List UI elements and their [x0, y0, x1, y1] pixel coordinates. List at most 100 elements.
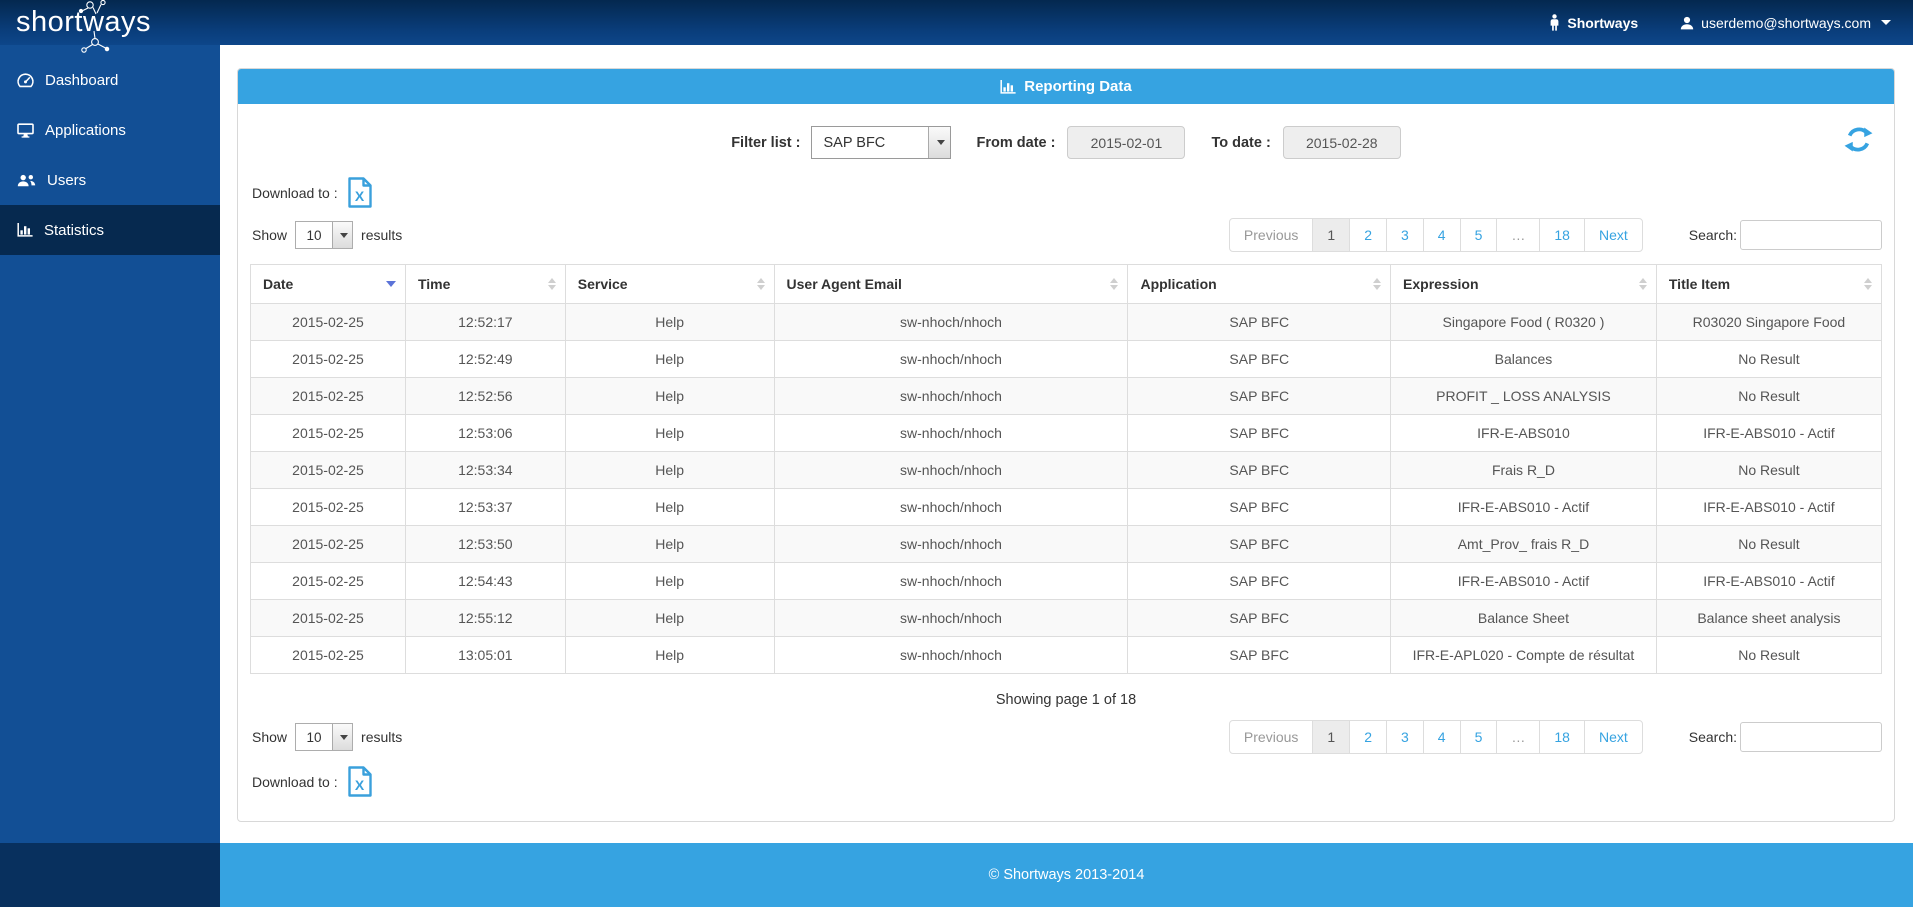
table-cell: No Result — [1655, 525, 1883, 563]
excel-file-icon: X — [347, 766, 372, 797]
table-cell: Balance Sheet — [1390, 599, 1657, 637]
results-label: results — [361, 729, 403, 745]
table-row: 2015-02-25 12:55:12 Help sw-nhoch/nhoch SAP … — [250, 599, 1883, 637]
table-cell: 13:05:01 — [404, 636, 566, 674]
column-header-label: Application — [1140, 276, 1217, 292]
top-navbar: shortways Shortways userdemo@shortways.c… — [0, 0, 1913, 53]
page-size-select[interactable]: 10 — [295, 221, 354, 249]
pagination-page-button[interactable]: 1 — [1312, 720, 1351, 754]
search-group: Search: — [1689, 722, 1882, 752]
pagination-page-button[interactable]: 3 — [1385, 720, 1424, 754]
user-menu[interactable]: userdemo@shortways.com — [1680, 15, 1891, 31]
pagination-previous-button[interactable]: Previous — [1228, 218, 1314, 252]
filter-list-value: SAP BFC — [823, 134, 886, 151]
sidebar-item-label: Users — [47, 171, 87, 189]
footer-copyright: © Shortways 2013-2014 — [988, 867, 1145, 883]
table-cell: Help — [564, 451, 775, 489]
show-label: Show — [252, 227, 288, 243]
table-cell: 12:52:17 — [404, 303, 566, 341]
to-date-input[interactable]: 2015-02-28 — [1282, 126, 1401, 159]
table-cell: sw-nhoch/nhoch — [773, 562, 1129, 600]
sidebar-item-users[interactable]: Users — [0, 155, 220, 205]
page-size-value: 10 — [306, 227, 322, 243]
table-cell: sw-nhoch/nhoch — [773, 377, 1129, 415]
table-cell: SAP BFC — [1127, 414, 1392, 452]
table-cell: Balances — [1390, 340, 1657, 378]
pagination-previous-button[interactable]: Previous — [1228, 720, 1314, 754]
pagination-page-button[interactable]: 2 — [1349, 218, 1387, 252]
sidebar-footer-block — [0, 843, 220, 907]
filter-list-label: Filter list : — [731, 134, 801, 151]
sort-desc-icon — [385, 281, 396, 287]
table-cell: 12:52:56 — [404, 377, 566, 415]
table-cell: sw-nhoch/nhoch — [773, 451, 1129, 489]
table-cell: No Result — [1655, 377, 1883, 415]
table-cell: Singapore Food ( R0320 ) — [1390, 303, 1657, 341]
table-cell: sw-nhoch/nhoch — [773, 599, 1129, 637]
results-label: results — [361, 227, 403, 243]
excel-download-button[interactable]: X — [347, 177, 373, 208]
pagination-page-button[interactable]: 5 — [1459, 218, 1498, 252]
pagination-page-button[interactable]: 2 — [1349, 720, 1387, 754]
from-date-input[interactable]: 2015-02-01 — [1067, 126, 1186, 159]
pagination-page-button[interactable]: 1 — [1312, 218, 1351, 252]
svg-text:X: X — [354, 188, 364, 204]
refresh-button[interactable] — [1843, 124, 1874, 159]
page-size-select[interactable]: 10 — [295, 723, 354, 751]
table-cell: IFR-E-ABS010 - Actif — [1655, 414, 1883, 452]
column-header-expression[interactable]: Expression — [1390, 264, 1657, 304]
table-cell: SAP BFC — [1127, 525, 1392, 563]
table-cell: 12:53:06 — [404, 414, 566, 452]
table-cell: Amt_Prov_ frais R_D — [1390, 525, 1657, 563]
user-icon — [1680, 16, 1694, 29]
pagination-page-button[interactable]: 4 — [1422, 720, 1461, 754]
pagination-page-button[interactable]: 18 — [1539, 720, 1585, 754]
column-header-label: Service — [577, 276, 628, 292]
refresh-icon — [1844, 127, 1873, 152]
table-cell: Help — [564, 340, 775, 378]
table-cell: SAP BFC — [1127, 599, 1392, 637]
table-cell: IFR-E-APL020 - Compte de résultat — [1390, 636, 1657, 674]
table-row: 2015-02-25 12:52:49 Help sw-nhoch/nhoch SAP … — [250, 340, 1883, 378]
column-header-label: Expression — [1403, 276, 1479, 292]
excel-download-button[interactable]: X — [347, 766, 373, 797]
table-cell: Frais R_D — [1390, 451, 1657, 489]
pagination-page-button[interactable]: 5 — [1459, 720, 1498, 754]
column-header-user-agent-email[interactable]: User Agent Email — [773, 264, 1129, 304]
pagination: Previous 1 2 3 4 5… 18 Next — [1228, 720, 1643, 754]
pagination-page-button[interactable]: 3 — [1385, 218, 1424, 252]
table-cell: Help — [564, 525, 775, 563]
sidebar-item-label: Applications — [45, 121, 126, 139]
pagination-page-button[interactable]: 18 — [1539, 218, 1585, 252]
product-link[interactable]: Shortways — [1549, 14, 1638, 31]
table-cell: SAP BFC — [1127, 377, 1392, 415]
download-row-bottom: Download to : X — [252, 766, 1882, 797]
to-date-label: To date : — [1211, 134, 1271, 151]
logo[interactable]: shortways — [16, 0, 151, 53]
table-cell: 2015-02-25 — [250, 636, 406, 674]
filter-list-select[interactable]: SAP BFC — [810, 126, 951, 159]
caret-down-icon — [1881, 20, 1891, 25]
sidebar-item-dashboard[interactable]: Dashboard — [0, 55, 220, 105]
sidebar-item-applications[interactable]: Applications — [0, 105, 220, 155]
sidebar-item-statistics[interactable]: Statistics — [0, 205, 220, 255]
sort-icon — [756, 278, 765, 290]
pagination-next-button[interactable]: Next — [1583, 218, 1643, 252]
table-cell: Balance sheet analysis — [1655, 599, 1883, 637]
users-icon — [17, 174, 36, 186]
download-label: Download to : — [252, 184, 338, 201]
pagination-page-button[interactable]: 4 — [1422, 218, 1461, 252]
search-input[interactable] — [1740, 722, 1882, 752]
pagination-next-button[interactable]: Next — [1583, 720, 1643, 754]
page-size-value: 10 — [306, 729, 322, 745]
table-cell: SAP BFC — [1127, 636, 1392, 674]
sort-icon — [547, 278, 556, 290]
select-arrow-icon — [927, 127, 950, 158]
table-cell: 2015-02-25 — [250, 525, 406, 563]
column-header-date[interactable]: Date — [250, 264, 406, 304]
column-header-time[interactable]: Time — [404, 264, 566, 304]
column-header-title-item[interactable]: Title Item — [1655, 264, 1883, 304]
search-input[interactable] — [1740, 220, 1882, 250]
column-header-service[interactable]: Service — [564, 264, 775, 304]
column-header-application[interactable]: Application — [1127, 264, 1392, 304]
